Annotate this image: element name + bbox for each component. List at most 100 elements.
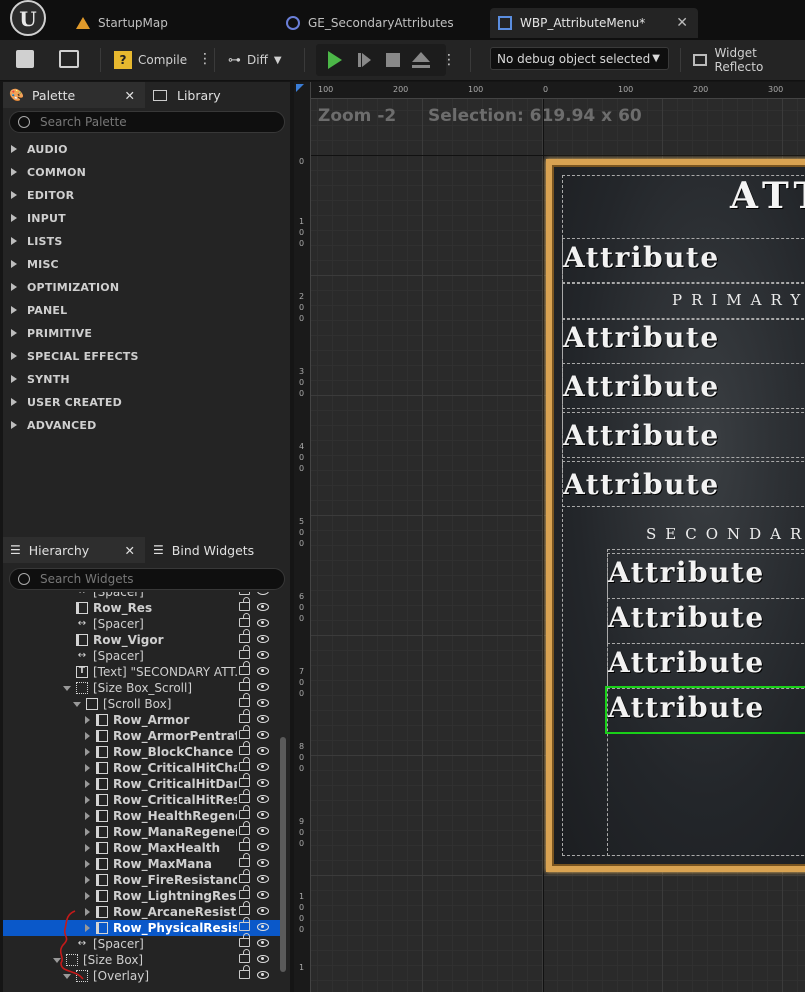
lock-icon[interactable]: [239, 837, 250, 851]
lock-icon[interactable]: [239, 789, 250, 803]
hierarchy-row[interactable]: Row_ManaRegenerati: [3, 821, 280, 840]
hierarchy-row[interactable]: Row_FireResistance: [3, 869, 280, 888]
palette-category[interactable]: SPECIAL EFFECTS: [11, 345, 139, 367]
visibility-eye-icon[interactable]: [257, 891, 269, 899]
hierarchy-row[interactable]: Row_BlockChance: [3, 741, 280, 760]
tab-library[interactable]: Library: [149, 82, 289, 108]
hierarchy-row[interactable]: [Scroll Box]: [3, 693, 280, 712]
lock-icon[interactable]: [239, 965, 250, 979]
expand-arrow-icon[interactable]: [85, 716, 90, 724]
palette-category[interactable]: EDITOR: [11, 184, 74, 206]
attribute-menu-widget[interactable]: ATTI Attribute PRIMARY Attribute Attribu…: [546, 159, 805, 872]
compile-button[interactable]: ? Compile: [114, 46, 187, 74]
hierarchy-row[interactable]: Row_HealthRegenerat: [3, 805, 280, 824]
hierarchy-row[interactable]: Row_Vigor: [3, 629, 280, 648]
lock-icon[interactable]: [239, 725, 250, 739]
palette-category[interactable]: PANEL: [11, 299, 67, 321]
hierarchy-row[interactable]: Row_Armor: [3, 709, 280, 728]
lock-icon[interactable]: [239, 853, 250, 867]
browse-icon[interactable]: [59, 50, 79, 68]
visibility-eye-icon[interactable]: [257, 843, 269, 851]
compile-options-icon[interactable]: ⋮: [198, 52, 212, 66]
visibility-eye-icon[interactable]: [257, 603, 269, 611]
lock-icon[interactable]: [239, 917, 250, 931]
widget-reflector-button[interactable]: Widget Reflecto: [693, 46, 805, 74]
visibility-eye-icon[interactable]: [257, 592, 269, 595]
hierarchy-row[interactable]: ↔ [Spacer]: [3, 592, 280, 600]
lock-icon[interactable]: [239, 645, 250, 659]
close-icon[interactable]: ✕: [125, 543, 135, 558]
lock-icon[interactable]: [239, 677, 250, 691]
expand-arrow-icon[interactable]: [85, 796, 90, 804]
collapse-arrow-icon[interactable]: [73, 702, 81, 707]
visibility-eye-icon[interactable]: [257, 731, 269, 739]
hierarchy-row[interactable]: Row_PhysicalResista: [3, 917, 280, 936]
palette-category[interactable]: PRIMITIVE: [11, 322, 92, 344]
lock-icon[interactable]: [239, 933, 250, 947]
visibility-eye-icon[interactable]: [257, 667, 269, 675]
palette-category[interactable]: INPUT: [11, 207, 66, 229]
visibility-eye-icon[interactable]: [257, 827, 269, 835]
tab-wbp-attributemenu[interactable]: WBP_AttributeMenu* ✕: [490, 8, 698, 38]
visibility-eye-icon[interactable]: [257, 859, 269, 867]
palette-search-input[interactable]: Search Palette: [9, 111, 285, 133]
expand-arrow-icon[interactable]: [85, 780, 90, 788]
lock-icon[interactable]: [239, 821, 250, 835]
save-icon[interactable]: [16, 50, 34, 68]
close-icon[interactable]: ✕: [125, 88, 135, 103]
advance-frame-icon[interactable]: [358, 53, 361, 67]
visibility-eye-icon[interactable]: [257, 971, 269, 979]
lock-icon[interactable]: [239, 901, 250, 915]
lock-icon[interactable]: [239, 661, 250, 675]
visibility-eye-icon[interactable]: [257, 635, 269, 643]
lock-icon[interactable]: [239, 869, 250, 883]
play-options-icon[interactable]: ⋮: [442, 52, 456, 68]
debug-object-select[interactable]: No debug object selected ▼: [490, 47, 669, 70]
lock-icon[interactable]: [239, 741, 250, 755]
lock-icon[interactable]: [239, 757, 250, 771]
hierarchy-row[interactable]: Row_ArmorPentration: [3, 725, 280, 744]
palette-category[interactable]: OPTIMIZATION: [11, 276, 119, 298]
palette-category[interactable]: ADVANCED: [11, 414, 96, 436]
hierarchy-row[interactable]: Row_MaxMana: [3, 853, 280, 872]
visibility-eye-icon[interactable]: [257, 779, 269, 787]
close-tab-icon[interactable]: ✕: [676, 15, 688, 31]
lock-icon[interactable]: [239, 693, 250, 707]
tab-ge-secondaryattributes[interactable]: GE_SecondaryAttributes: [278, 8, 482, 38]
hierarchy-row[interactable]: Row_CriticalHitResist: [3, 789, 280, 808]
visibility-eye-icon[interactable]: [257, 923, 269, 931]
palette-category[interactable]: COMMON: [11, 161, 86, 183]
lock-icon[interactable]: [239, 613, 250, 627]
lock-icon[interactable]: [239, 773, 250, 787]
visibility-eye-icon[interactable]: [257, 907, 269, 915]
collapse-arrow-icon[interactable]: [63, 686, 71, 691]
hierarchy-row[interactable]: [Overlay]: [3, 965, 280, 984]
visibility-eye-icon[interactable]: [257, 715, 269, 723]
hierarchy-row[interactable]: Row_CriticalHitDamage: [3, 773, 280, 792]
palette-category[interactable]: SYNTH: [11, 368, 70, 390]
visibility-eye-icon[interactable]: [257, 651, 269, 659]
palette-category[interactable]: MISC: [11, 253, 59, 275]
lock-icon[interactable]: [239, 709, 250, 723]
visibility-eye-icon[interactable]: [257, 763, 269, 771]
hierarchy-row[interactable]: ↔ [Spacer]: [3, 613, 280, 632]
expand-arrow-icon[interactable]: [85, 764, 90, 772]
expand-arrow-icon[interactable]: [85, 812, 90, 820]
hierarchy-row[interactable]: T [Text] "SECONDARY ATT...: [3, 661, 280, 680]
visibility-eye-icon[interactable]: [257, 619, 269, 627]
hierarchy-row[interactable]: Row_MaxHealth: [3, 837, 280, 856]
lock-icon[interactable]: [239, 885, 250, 899]
palette-category[interactable]: USER CREATED: [11, 391, 122, 413]
unreal-logo-icon[interactable]: U: [10, 0, 46, 36]
hierarchy-row[interactable]: Row_CriticalHitChance: [3, 757, 280, 776]
lock-icon[interactable]: [239, 592, 250, 595]
expand-arrow-icon[interactable]: [85, 860, 90, 868]
expand-arrow-icon[interactable]: [85, 876, 90, 884]
stop-icon[interactable]: [386, 53, 400, 67]
hierarchy-row[interactable]: Row_LightningResista: [3, 885, 280, 904]
tab-palette[interactable]: 🎨 Palette ✕: [3, 82, 145, 108]
visibility-eye-icon[interactable]: [257, 747, 269, 755]
palette-category[interactable]: LISTS: [11, 230, 62, 252]
hierarchy-row[interactable]: Row_ArcaneResistanc: [3, 901, 280, 920]
expand-arrow-icon[interactable]: [85, 892, 90, 900]
